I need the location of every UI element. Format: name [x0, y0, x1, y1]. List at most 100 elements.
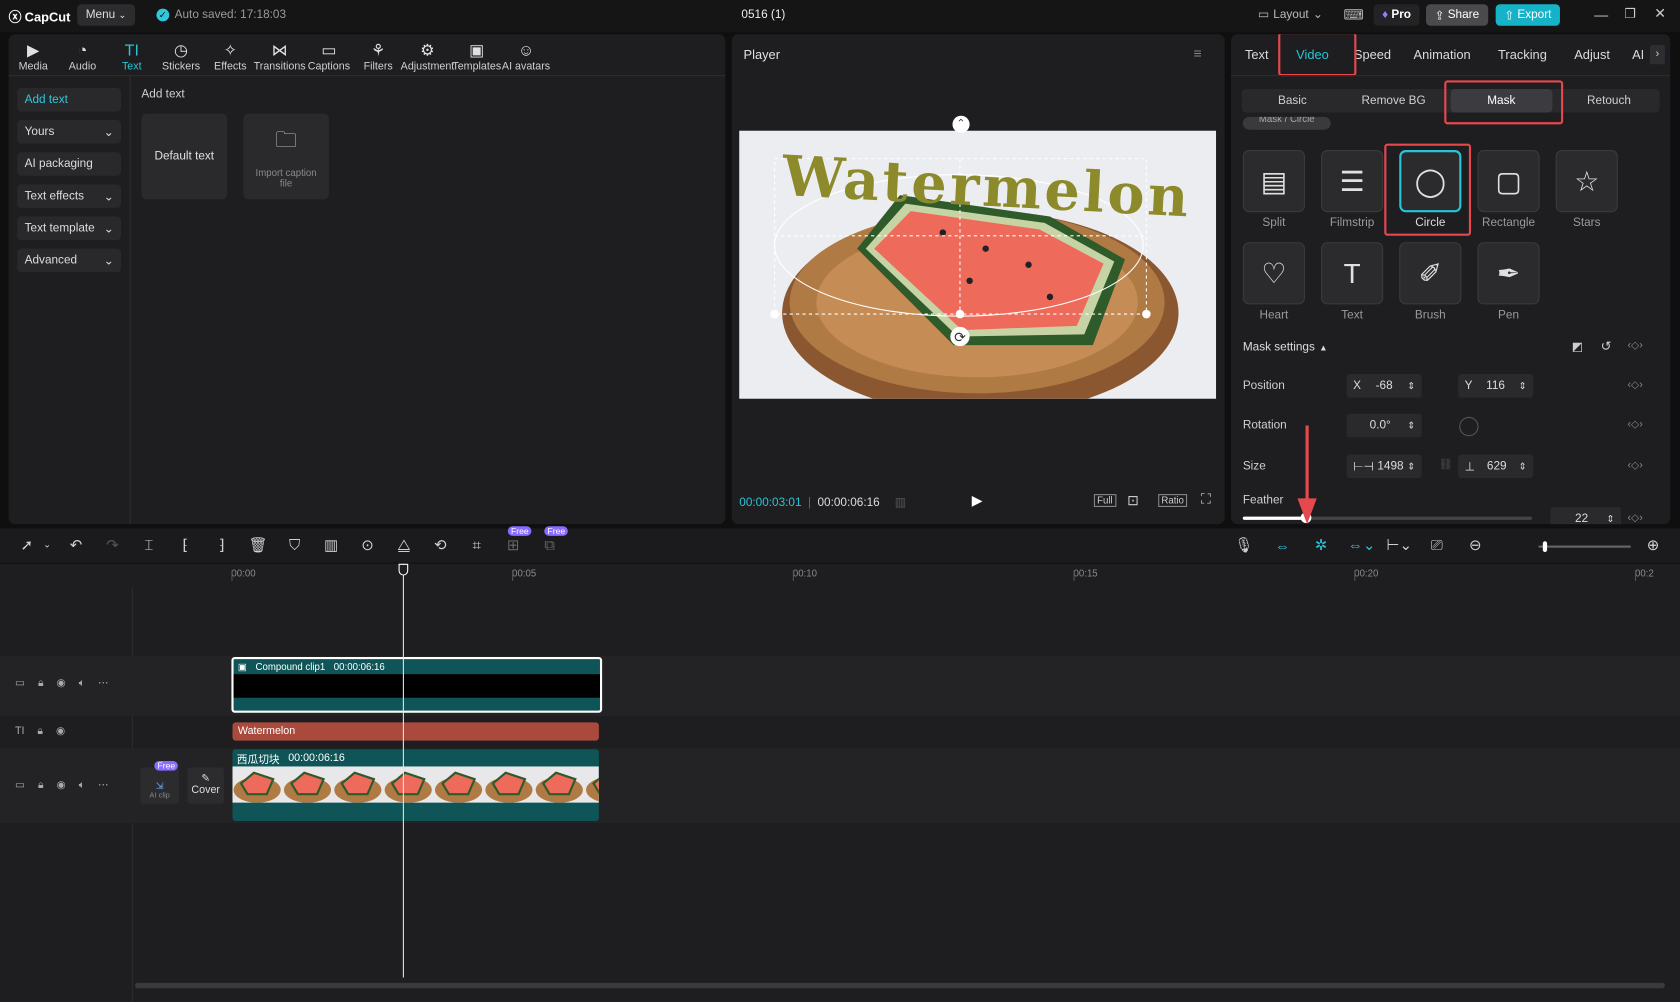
- size-width-field[interactable]: ⊢⊣ 1498 ⇕: [1346, 454, 1422, 479]
- mask-brush[interactable]: ✐ Brush: [1399, 242, 1462, 322]
- crop-icon[interactable]: ⌗: [465, 536, 489, 554]
- compound-clip[interactable]: ▣ Compound clip1 00:00:06:16: [231, 657, 603, 713]
- export-button[interactable]: ⇧ Export: [1495, 4, 1560, 26]
- speaker-icon[interactable]: 🔈︎: [79, 677, 85, 689]
- freeze-icon[interactable]: ▥: [319, 536, 343, 554]
- hamburger-icon[interactable]: ≡: [1194, 45, 1202, 61]
- mask-heart-tile[interactable]: ♡: [1242, 242, 1305, 305]
- time-ruler[interactable]: 00:00 00:05 00:10 00:15 00:20 00:2: [231, 564, 1680, 583]
- fullscreen-icon[interactable]: ⛶: [1201, 491, 1211, 508]
- lock-icon[interactable]: 🔒︎: [37, 726, 43, 738]
- position-x-field[interactable]: X -68 ⇕: [1346, 374, 1422, 398]
- sidebar-item-text-template[interactable]: Text template ⌄: [17, 216, 122, 241]
- mask-pen-tile[interactable]: ✒: [1477, 242, 1540, 305]
- subtab-remove-bg[interactable]: Remove BG: [1343, 89, 1444, 113]
- mask-settings-header[interactable]: Mask settings ▲: [1243, 341, 1328, 354]
- mask-filmstrip[interactable]: ☰ Filmstrip: [1321, 150, 1384, 229]
- menu-button[interactable]: Menu ⌄: [77, 4, 136, 26]
- select-pointer-icon[interactable]: ➚: [15, 536, 39, 554]
- tool-templates[interactable]: ▣ Templates: [452, 36, 501, 79]
- eye-icon[interactable]: ◉: [57, 779, 66, 791]
- full-button[interactable]: Full: [1093, 494, 1116, 507]
- zoom-slider[interactable]: [1538, 541, 1631, 552]
- mask-text[interactable]: T Text: [1321, 242, 1384, 322]
- stepper-icon[interactable]: ⇕: [1407, 460, 1415, 472]
- stepper-icon[interactable]: ⇕: [1606, 513, 1614, 524]
- tab-animation[interactable]: Animation: [1400, 42, 1484, 68]
- ai-expand-icon[interactable]: ⧉ Free: [538, 526, 569, 554]
- keyframe-icon[interactable]: ‹◇›: [1627, 379, 1642, 391]
- keyframe-icon[interactable]: ‹◇›: [1627, 512, 1642, 524]
- auto-snap-icon[interactable]: ✲: [1309, 536, 1333, 554]
- tool-audio[interactable]: ◔ Audio: [58, 36, 107, 79]
- tool-stickers[interactable]: ◷ Stickers: [156, 36, 205, 79]
- close-icon[interactable]: ✕: [1654, 5, 1666, 22]
- tool-effects[interactable]: ✧ Effects: [206, 36, 255, 79]
- tab-tracking[interactable]: Tracking: [1484, 42, 1561, 68]
- screen-icon[interactable]: ⎚: [1425, 536, 1449, 554]
- split-left-icon[interactable]: ⁅: [174, 536, 198, 554]
- tool-filters[interactable]: ⚘ Filters: [354, 36, 403, 79]
- tool-transitions[interactable]: ⋈ Transitions: [254, 36, 306, 79]
- mask-heart[interactable]: ♡ Heart: [1242, 242, 1305, 322]
- delete-icon[interactable]: 🗑: [246, 536, 270, 554]
- tool-ai-avatars[interactable]: ☺ AI avatars: [501, 36, 550, 79]
- keyboard-icon[interactable]: ⌨: [1344, 6, 1364, 23]
- size-height-field[interactable]: ⊥ 629 ⇕: [1458, 454, 1534, 479]
- horizontal-scrollbar[interactable]: [134, 982, 1665, 989]
- zoom-out-icon[interactable]: ⊖: [1464, 536, 1488, 554]
- redo-icon[interactable]: ↷: [101, 536, 125, 554]
- mask-brush-tile[interactable]: ✐: [1399, 242, 1462, 305]
- eye-icon[interactable]: ◉: [56, 726, 65, 738]
- chevron-down-icon[interactable]: ⌄: [43, 539, 52, 551]
- reverse-icon[interactable]: ⊙: [356, 536, 380, 554]
- stepper-icon[interactable]: ⇕: [1407, 420, 1415, 432]
- mirror-icon[interactable]: ⧋: [392, 536, 416, 554]
- stepper-icon[interactable]: ⇕: [1519, 380, 1527, 392]
- mask-split-tile[interactable]: ▤: [1242, 150, 1305, 213]
- default-text-card[interactable]: Default text: [141, 113, 228, 200]
- timeline-grid-icon[interactable]: ▥: [895, 495, 906, 509]
- lock-icon[interactable]: 🔒︎: [38, 677, 44, 689]
- feather-handle-icon[interactable]: ⌃: [952, 115, 970, 133]
- text-clip[interactable]: Watermelon: [232, 722, 599, 741]
- video-preview[interactable]: ⟳ Watermelon: [739, 130, 1217, 399]
- subtab-retouch[interactable]: Retouch: [1558, 89, 1659, 113]
- restore-icon[interactable]: ❐: [1624, 6, 1636, 21]
- import-caption-card[interactable]: 🗀 Import caption file: [243, 113, 329, 200]
- ratio-button[interactable]: Ratio: [1158, 494, 1188, 507]
- tool-captions[interactable]: ▭ Captions: [304, 36, 353, 79]
- playhead[interactable]: [402, 563, 404, 978]
- sidebar-item-add-text[interactable]: Add text: [17, 87, 122, 112]
- ai-clip-button[interactable]: ⇲ AI clip: [140, 767, 179, 804]
- main-track-magnet-icon[interactable]: ⇔: [1271, 536, 1295, 553]
- speaker-icon[interactable]: 🔈︎: [79, 779, 85, 791]
- mask-stars[interactable]: ☆ Stars: [1555, 150, 1618, 229]
- stepper-icon[interactable]: ⇕: [1407, 380, 1415, 392]
- tab-adjust[interactable]: Adjust: [1561, 42, 1623, 68]
- rotation-dial-icon[interactable]: [1459, 416, 1479, 437]
- reset-icon[interactable]: ↺: [1601, 339, 1612, 354]
- zoom-slider-handle[interactable]: [1542, 541, 1548, 552]
- playhead-handle[interactable]: [398, 563, 409, 576]
- rotate-icon[interactable]: ⟲: [429, 536, 453, 554]
- ai-edit-icon[interactable]: ⊞ Free: [501, 526, 532, 554]
- feather-field[interactable]: 22 ⇕: [1550, 506, 1622, 525]
- sidebar-item-yours[interactable]: Yours ⌄: [17, 120, 122, 144]
- sidebar-item-advanced[interactable]: Advanced ⌄: [17, 248, 122, 273]
- pro-button[interactable]: ♦ Pro: [1373, 4, 1420, 26]
- play-icon[interactable]: ▶: [972, 492, 983, 509]
- zoom-fit-icon[interactable]: ⊡: [1127, 492, 1139, 509]
- tabs-scroll-right-icon[interactable]: ›: [1649, 45, 1665, 65]
- video-clip[interactable]: 西瓜切块 00:00:06:16: [232, 749, 599, 821]
- minimize-icon[interactable]: —: [1594, 6, 1608, 22]
- split-icon[interactable]: ⌶: [137, 536, 161, 554]
- tool-media[interactable]: ▶ Media: [9, 36, 58, 79]
- keyframe-icon[interactable]: ‹◇›: [1627, 419, 1642, 431]
- mask-text-tile[interactable]: T: [1321, 242, 1384, 305]
- more-icon[interactable]: ⋯: [98, 677, 109, 689]
- lock-icon[interactable]: 🔒︎: [38, 779, 44, 791]
- shield-icon[interactable]: ⛉: [283, 536, 307, 554]
- sidebar-item-text-effects[interactable]: Text effects ⌄: [17, 184, 122, 208]
- keyframe-icon[interactable]: ‹◇›: [1627, 340, 1642, 352]
